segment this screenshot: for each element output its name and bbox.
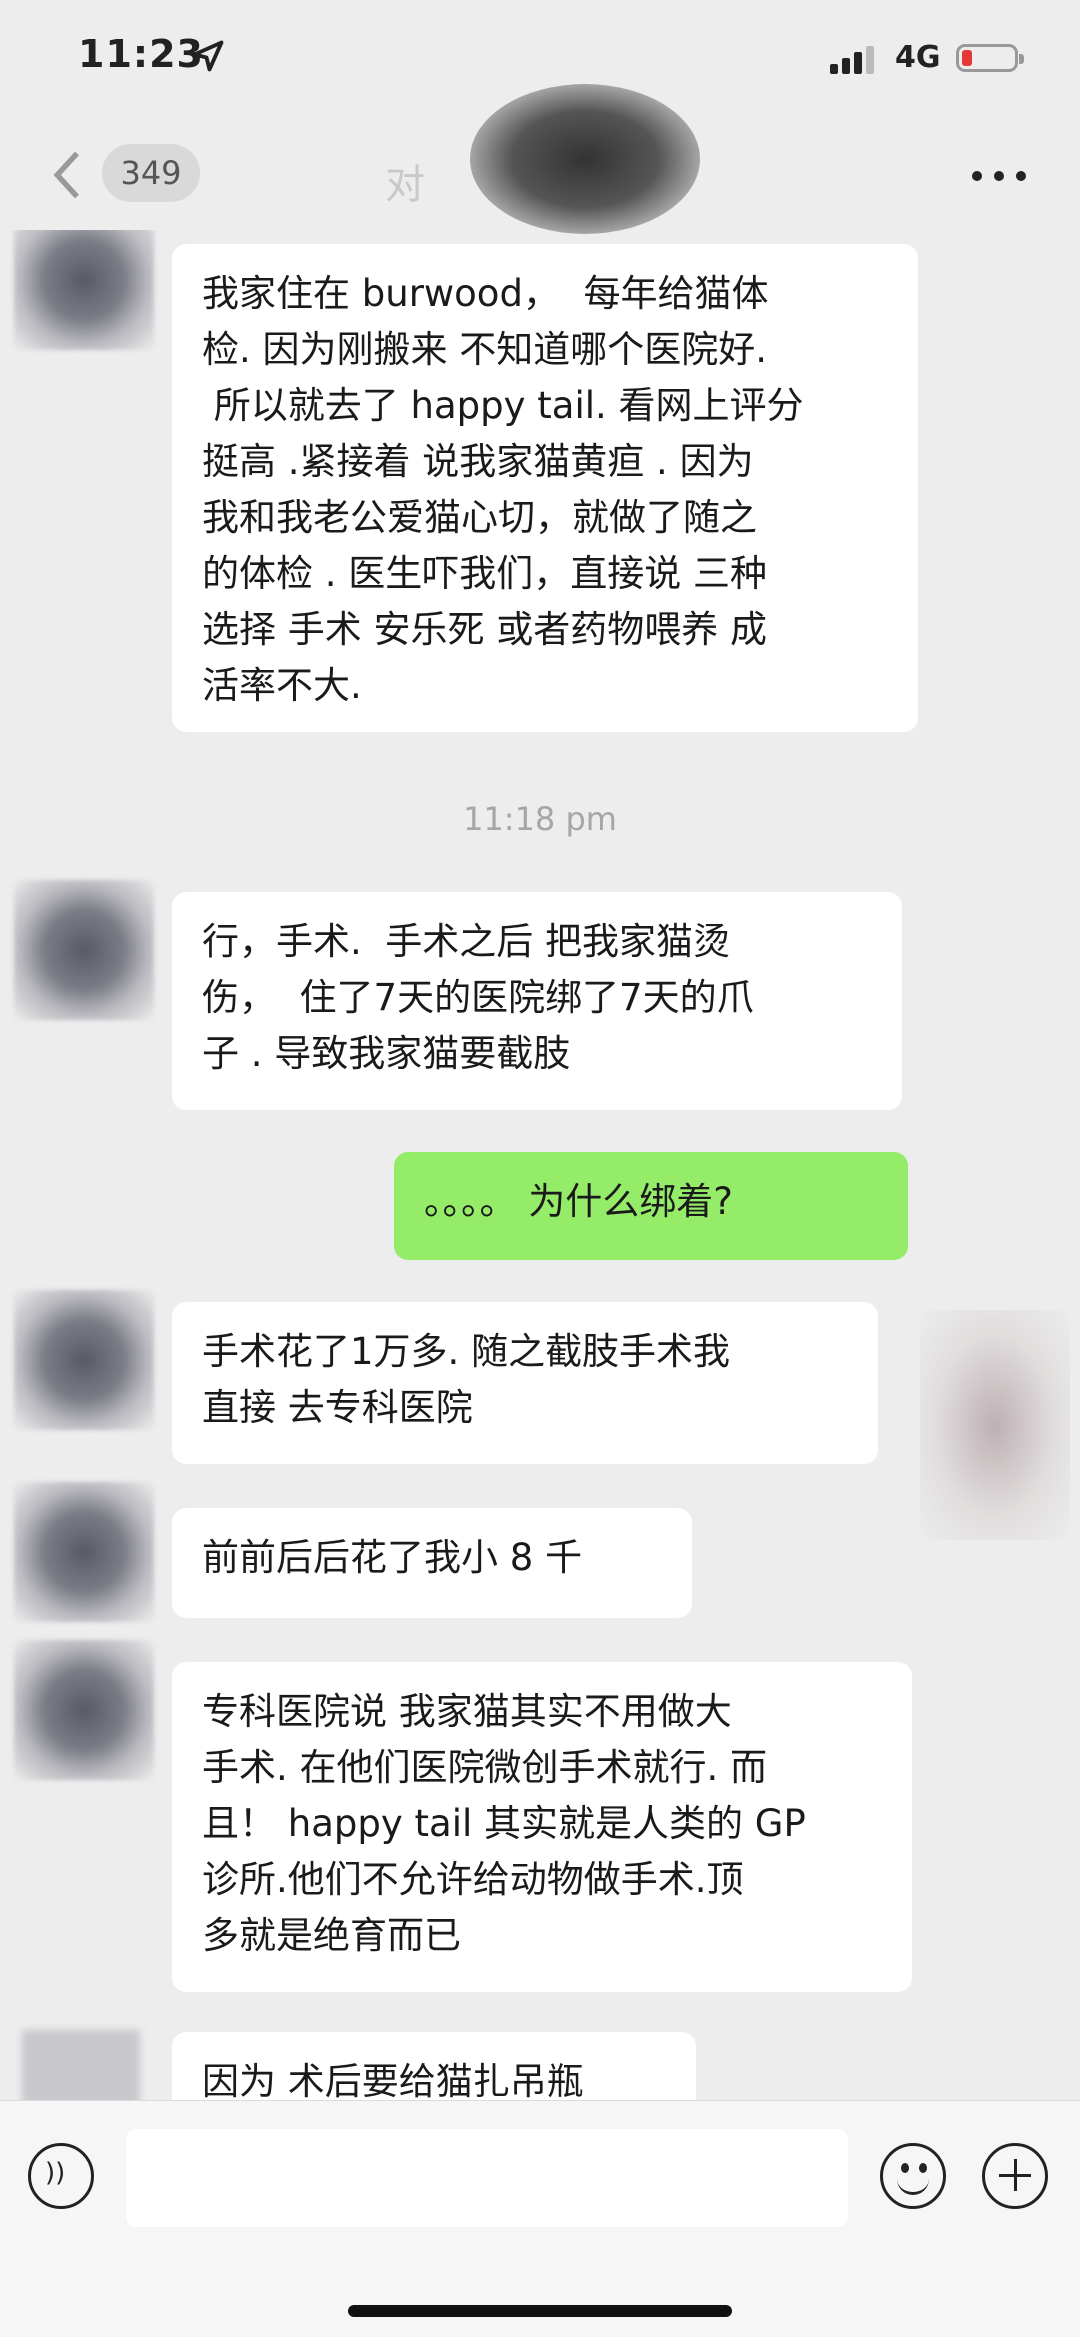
redaction-smudge [920,1310,1070,1540]
plus-icon[interactable] [982,2143,1048,2209]
chat-title: 对 [385,162,425,208]
input-bar: )) [0,2100,1080,2337]
network-type: 4G [895,40,941,75]
status-time: 11:23 [78,32,204,76]
voice-icon[interactable]: )) [28,2143,94,2209]
unread-count-badge[interactable]: 349 [102,144,200,202]
message-bubble[interactable]: 因为 术后要给猫扎吊瓶 [172,2032,696,2100]
avatar[interactable] [14,1640,154,1780]
message-bubble[interactable]: 我家住在 burwood， 每年给猫体 检. 因为刚搬来 不知道哪个医院好. 所… [172,244,918,732]
message-bubble[interactable]: 手术花了1万多. 随之截肢手术我 直接 去专科医院 [172,1302,878,1464]
message-timestamp: 11:18 pm [463,800,617,838]
back-chevron-icon[interactable] [48,148,88,202]
more-dots-icon[interactable] [972,168,1028,184]
avatar[interactable] [14,1290,154,1430]
battery-icon [956,44,1024,72]
avatar[interactable] [14,230,154,350]
message-input[interactable] [126,2129,848,2227]
location-arrow-icon [192,40,224,72]
avatar[interactable] [14,880,154,1020]
message-bubble[interactable]: 前前后后花了我小 8 千 [172,1508,692,1618]
chat-area[interactable]: 我家住在 burwood， 每年给猫体 检. 因为刚搬来 不知道哪个医院好. 所… [0,230,1080,2100]
emoji-icon[interactable] [880,2143,946,2209]
chat-header: 349 对 [0,84,1080,234]
message-bubble-sent[interactable]: 。。。。 为什么绑着? [394,1152,908,1260]
home-indicator[interactable] [348,2305,732,2317]
avatar[interactable] [22,2030,140,2100]
message-bubble[interactable]: 专科医院说 我家猫其实不用做大 手术. 在他们医院微创手术就行. 而 且！ ha… [172,1662,912,1992]
redaction-scribble [470,84,700,234]
avatar[interactable] [14,1482,154,1622]
message-bubble[interactable]: 行，手术. 手术之后 把我家猫烫 伤， 住了7天的医院绑了7天的爪 子 . 导致… [172,892,902,1110]
